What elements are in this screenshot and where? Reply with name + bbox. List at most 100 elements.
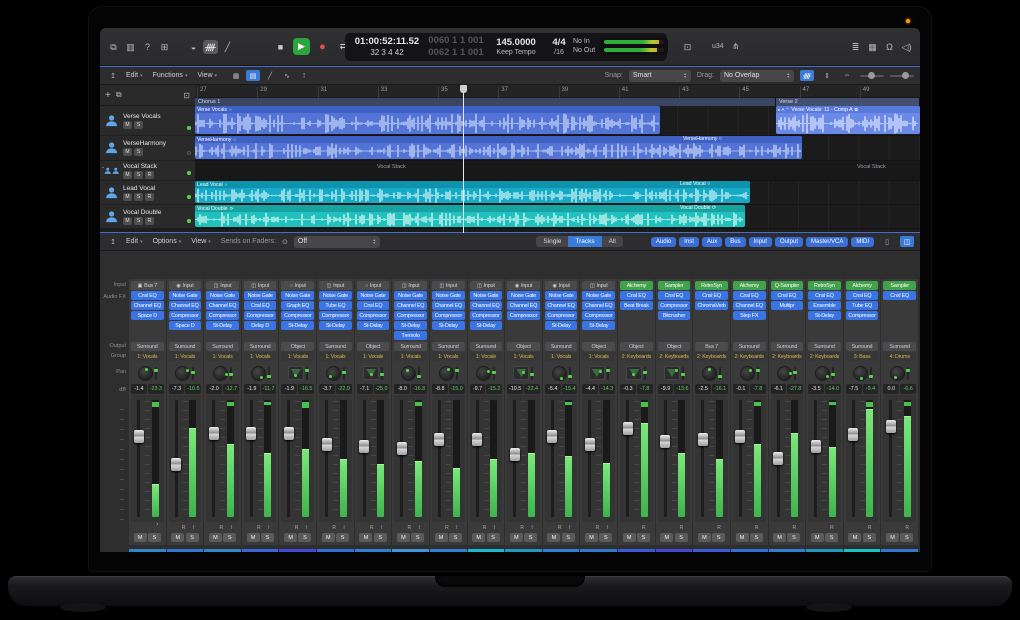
record-input-buttons[interactable]: R [620, 523, 653, 532]
input-slot[interactable]: ◉Input [545, 281, 578, 290]
fx-plugin-slot[interactable]: Ensemble [808, 301, 841, 310]
pan-spread-slider[interactable] [343, 367, 345, 380]
pan-spread-slider[interactable] [493, 367, 495, 380]
note-pads-icon[interactable]: ▦ [865, 40, 880, 54]
list-view-icon[interactable]: ▤ [246, 70, 260, 81]
fx-plugin-slot[interactable]: Compressor [545, 311, 578, 320]
solo-button[interactable]: S [134, 171, 143, 179]
fx-plugin-slot[interactable]: Noise Gate [582, 291, 615, 300]
output-slot[interactable]: Surround [131, 342, 164, 351]
fx-plugin-slot[interactable]: Compressor [658, 301, 691, 310]
volume-fader[interactable] [325, 400, 328, 517]
back-icon[interactable]: ↥ [106, 236, 120, 247]
fader-cap[interactable] [472, 433, 482, 446]
peak-level-value[interactable]: -6.6 [900, 384, 916, 394]
fx-plugin-slot[interactable]: Tremolo [394, 331, 427, 340]
channel-name-label[interactable]: Harmony Vocal [355, 549, 392, 552]
fader-cap[interactable] [735, 430, 745, 443]
track-header-vocal-stack[interactable]: ⌄Vocal StackMSR [100, 161, 195, 181]
lcd-tempo[interactable]: 145.0000 Keep Tempo [487, 35, 545, 59]
mute-button[interactable]: M [773, 533, 786, 542]
output-slot[interactable]: Object [281, 342, 314, 351]
fx-plugin-slot[interactable]: Channel EQ [507, 301, 540, 310]
volume-fader[interactable] [701, 400, 704, 517]
fx-plugin-slot[interactable]: St-Delay [545, 321, 578, 330]
scroll-right-hint[interactable]: › [156, 521, 158, 528]
object-pan-pad[interactable] [288, 366, 304, 380]
fader-cap[interactable] [359, 440, 369, 453]
fader-cap[interactable] [623, 422, 633, 435]
fx-plugin-slot[interactable]: Channel EQ [733, 301, 766, 310]
mixer-menu-view[interactable]: View▾ [191, 238, 211, 245]
fx-plugin-slot[interactable]: Channel EQ [394, 301, 427, 310]
audio-region[interactable]: VerseHarmony○VerseHarmony ○ [195, 136, 802, 159]
fx-plugin-slot[interactable]: Space D [131, 311, 164, 320]
group-slot[interactable]: 1: Vocals [507, 352, 540, 361]
fx-plugin-slot[interactable]: St-Delay [319, 321, 352, 330]
input-slot[interactable]: ◫Input [394, 281, 427, 290]
flex-icon[interactable]: ∿ [280, 70, 294, 81]
pan-spread-slider[interactable] [268, 367, 270, 380]
mute-button[interactable]: M [435, 533, 448, 542]
volume-db-value[interactable]: 0.0 [883, 384, 899, 394]
channel-name-label[interactable]: Room Mic [430, 549, 467, 552]
fx-plugin-slot[interactable]: Compressor [169, 311, 202, 320]
channel-name-label[interactable]: African Kit [881, 549, 918, 552]
channel-name-label[interactable]: Distant Vocals [167, 549, 204, 552]
channel-name-label[interactable]: String Vox [769, 549, 806, 552]
volume-fader[interactable] [175, 400, 178, 517]
fader-cap[interactable] [434, 433, 444, 446]
fx-plugin-slot[interactable]: Compressor [394, 311, 427, 320]
header-view-button[interactable]: ⊡ [183, 91, 190, 100]
channel-strip-3[interactable]: ◫InputNoise GateChannel EQCompressorSt-D… [204, 279, 241, 545]
automation-icon[interactable]: ╱ [220, 40, 235, 54]
volume-fader[interactable] [438, 400, 441, 517]
channel-strip-16[interactable]: RetroSynCnsl EQChromaVerbBus 72: Keyboar… [693, 279, 730, 545]
volume-db-value[interactable]: -7.5 [846, 384, 862, 394]
solo-button[interactable]: S [524, 533, 537, 542]
channel-strip-4[interactable]: ◫InputNoise GateCnsl EQCompressorDelay D… [242, 279, 279, 545]
channel-strip-13[interactable]: ◫InputNoise GateChannel EQCompressorSt-D… [580, 279, 617, 545]
pan-knob[interactable] [213, 366, 228, 381]
output-slot[interactable]: Surround [432, 342, 465, 351]
pan-knob[interactable] [401, 366, 416, 381]
volume-fader[interactable] [137, 400, 140, 517]
output-slot[interactable]: Object [658, 342, 691, 351]
instrument-slot[interactable]: Alchemy [846, 281, 879, 290]
pan-spread-slider[interactable] [607, 367, 609, 380]
solo-button[interactable]: S [487, 533, 500, 542]
record-input-buttons[interactable]: R I [582, 523, 615, 532]
pan-spread-slider[interactable] [794, 367, 796, 380]
output-slot[interactable]: Surround [319, 342, 352, 351]
input-slot[interactable]: ◫Input [206, 281, 239, 290]
channel-strip-19[interactable]: RetroSynCnsl EQEnsembleSt-DelaySurround2… [806, 279, 843, 545]
mute-button[interactable]: M [123, 148, 132, 156]
record-button[interactable]: ● [314, 38, 331, 55]
peak-level-value[interactable]: -22.4 [524, 384, 540, 394]
tracks-menu-edit[interactable]: Edit▾ [126, 72, 143, 79]
solo-button[interactable]: S [148, 533, 161, 542]
fx-plugin-slot[interactable]: Channel EQ [169, 301, 202, 310]
fx-plugin-slot[interactable]: Compressor [357, 311, 390, 320]
fx-plugin-slot[interactable]: Cnsl EQ [357, 301, 390, 310]
channel-strip-12[interactable]: ◉InputNoise GateChannel EQCompressorSt-D… [543, 279, 580, 545]
channel-strip-2[interactable]: ◉InputNoise GateChannel EQCompressorSpac… [167, 279, 204, 545]
volume-db-value[interactable]: -0.1 [733, 384, 749, 394]
solo-button[interactable]: S [134, 217, 143, 225]
volume-db-value[interactable]: -1.9 [281, 384, 297, 394]
group-slot[interactable]: 3: Bass [846, 352, 879, 361]
solo-button[interactable]: S [298, 533, 311, 542]
fx-plugin-slot[interactable]: Compressor [244, 311, 277, 320]
pan-spread-slider[interactable] [381, 367, 383, 380]
peak-level-value[interactable]: -25.0 [374, 384, 390, 394]
solo-button[interactable]: S [223, 533, 236, 542]
volume-fader[interactable] [626, 400, 629, 517]
fx-plugin-slot[interactable]: Noise Gate [507, 291, 540, 300]
record-button[interactable]: R [145, 171, 154, 179]
mute-button[interactable]: M [547, 533, 560, 542]
smart-controls-icon[interactable]: ◒ [186, 40, 201, 54]
mute-button[interactable]: M [171, 533, 184, 542]
fader-cap[interactable] [134, 430, 144, 443]
record-input-buttons[interactable]: R [733, 523, 766, 532]
pan-spread-slider[interactable] [719, 367, 721, 380]
